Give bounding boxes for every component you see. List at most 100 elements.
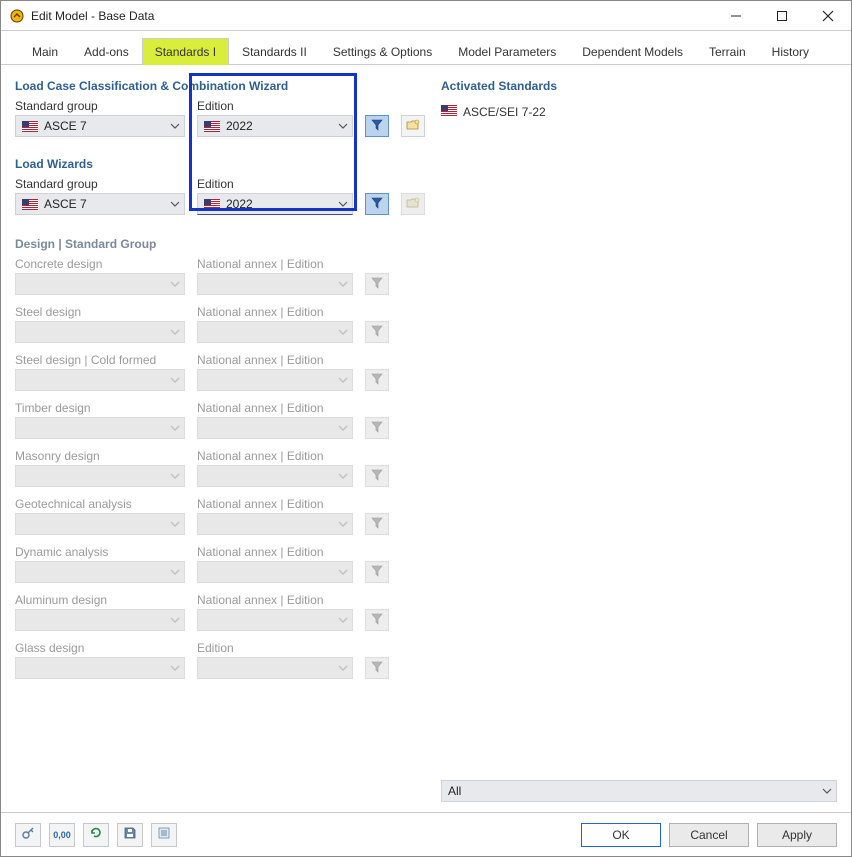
filter-button-disabled bbox=[365, 609, 389, 631]
footer-tool-units[interactable]: 0,00 bbox=[49, 823, 75, 847]
right-pane: Activated Standards ASCE/SEI 7-22 All bbox=[431, 65, 851, 812]
chevron-down-icon bbox=[338, 473, 348, 479]
design-row: Dynamic analysisNational annex | Edition bbox=[15, 545, 425, 583]
label-edition-2: Edition bbox=[197, 177, 353, 191]
key-icon bbox=[21, 826, 35, 843]
tab-settings-options[interactable]: Settings & Options bbox=[320, 38, 445, 65]
combo-edition-1[interactable]: 2022 bbox=[197, 115, 353, 137]
combo-standard-group-1-value: ASCE 7 bbox=[44, 119, 164, 133]
cancel-button[interactable]: Cancel bbox=[669, 823, 749, 847]
combo-design-right bbox=[197, 321, 353, 343]
activated-item-label: ASCE/SEI 7-22 bbox=[463, 105, 546, 119]
design-right-label: National annex | Edition bbox=[197, 545, 353, 559]
minimize-button[interactable] bbox=[713, 1, 759, 30]
tab-dependent-models[interactable]: Dependent Models bbox=[569, 38, 696, 65]
footer-tool-save[interactable] bbox=[117, 823, 143, 847]
chevron-down-icon bbox=[170, 665, 180, 671]
funnel-icon bbox=[371, 373, 383, 388]
filter-button-disabled bbox=[365, 465, 389, 487]
dialog-edit-model: Edit Model - Base Data MainAdd-onsStanda… bbox=[0, 0, 852, 857]
section-activated-title: Activated Standards bbox=[441, 79, 837, 93]
ok-button[interactable]: OK bbox=[581, 823, 661, 847]
chevron-down-icon bbox=[170, 329, 180, 335]
combo-standard-group-1[interactable]: ASCE 7 bbox=[15, 115, 185, 137]
design-left-label: Glass design bbox=[15, 641, 185, 655]
combo-edition-2-value: 2022 bbox=[226, 197, 332, 211]
chevron-down-icon bbox=[170, 377, 180, 383]
list-icon bbox=[157, 826, 171, 843]
combo-design-right bbox=[197, 273, 353, 295]
combo-design-right bbox=[197, 657, 353, 679]
tab-standards-i[interactable]: Standards I bbox=[142, 38, 229, 65]
combo-activated-filter[interactable]: All bbox=[441, 780, 837, 802]
footer-tool-help[interactable] bbox=[15, 823, 41, 847]
chevron-down-icon bbox=[170, 617, 180, 623]
open-button-1[interactable] bbox=[401, 115, 425, 137]
tab-main[interactable]: Main bbox=[19, 38, 71, 65]
combo-activated-filter-value: All bbox=[448, 784, 816, 798]
label-standard-group-2: Standard group bbox=[15, 177, 185, 191]
flag-us-icon bbox=[204, 121, 220, 132]
window-buttons bbox=[713, 1, 851, 30]
app-icon bbox=[9, 8, 25, 24]
close-button[interactable] bbox=[805, 1, 851, 30]
left-pane: Load Case Classification & Combination W… bbox=[1, 65, 431, 812]
chevron-down-icon bbox=[338, 201, 348, 207]
combo-design-left bbox=[15, 465, 185, 487]
combo-design-left bbox=[15, 273, 185, 295]
tab-model-parameters[interactable]: Model Parameters bbox=[445, 38, 569, 65]
design-right-label: National annex | Edition bbox=[197, 257, 353, 271]
combo-design-left bbox=[15, 417, 185, 439]
section-design-group-title: Design | Standard Group bbox=[15, 237, 425, 251]
footer-tool-list[interactable] bbox=[151, 823, 177, 847]
design-right-label: National annex | Edition bbox=[197, 401, 353, 415]
apply-button[interactable]: Apply bbox=[757, 823, 837, 847]
tab-add-ons[interactable]: Add-ons bbox=[71, 38, 142, 65]
chevron-down-icon bbox=[338, 569, 348, 575]
folder-open-icon bbox=[406, 119, 420, 134]
dialog-body: Load Case Classification & Combination W… bbox=[1, 65, 851, 812]
combo-design-right bbox=[197, 609, 353, 631]
chevron-down-icon bbox=[170, 569, 180, 575]
chevron-down-icon bbox=[170, 201, 180, 207]
design-right-label: Edition bbox=[197, 641, 353, 655]
combo-design-right bbox=[197, 513, 353, 535]
tab-terrain[interactable]: Terrain bbox=[696, 38, 759, 65]
combo-standard-group-2[interactable]: ASCE 7 bbox=[15, 193, 185, 215]
ok-button-label: OK bbox=[612, 828, 629, 842]
folder-open-icon bbox=[406, 197, 420, 212]
chevron-down-icon bbox=[170, 521, 180, 527]
footer-tool-refresh[interactable] bbox=[83, 823, 109, 847]
filter-button-disabled bbox=[365, 657, 389, 679]
combo-design-right bbox=[197, 369, 353, 391]
design-left-label: Steel design bbox=[15, 305, 185, 319]
filter-button-1[interactable] bbox=[365, 115, 389, 137]
funnel-icon bbox=[371, 325, 383, 340]
design-row: Glass design Edition bbox=[15, 641, 425, 679]
combo-design-left bbox=[15, 561, 185, 583]
maximize-button[interactable] bbox=[759, 1, 805, 30]
funnel-icon bbox=[371, 469, 383, 484]
activated-item[interactable]: ASCE/SEI 7-22 bbox=[441, 105, 837, 119]
flag-us-icon bbox=[22, 199, 38, 210]
design-left-label: Steel design | Cold formed bbox=[15, 353, 185, 367]
tab-standards-ii[interactable]: Standards II bbox=[229, 38, 320, 65]
label-standard-group-1: Standard group bbox=[15, 99, 185, 113]
section-load-case-title: Load Case Classification & Combination W… bbox=[15, 79, 425, 93]
refresh-icon bbox=[89, 826, 103, 843]
design-row: Masonry designNational annex | Edition bbox=[15, 449, 425, 487]
design-left-label: Geotechnical analysis bbox=[15, 497, 185, 511]
filter-button-2[interactable] bbox=[365, 193, 389, 215]
filter-button-disabled bbox=[365, 273, 389, 295]
tab-history[interactable]: History bbox=[759, 38, 822, 65]
design-row: Concrete design National annex | Edition bbox=[15, 257, 425, 295]
combo-edition-1-value: 2022 bbox=[226, 119, 332, 133]
design-left-label: Timber design bbox=[15, 401, 185, 415]
funnel-icon bbox=[371, 197, 383, 212]
funnel-icon bbox=[371, 277, 383, 292]
design-row: Geotechnical analysisNational annex | Ed… bbox=[15, 497, 425, 535]
combo-edition-2[interactable]: 2022 bbox=[197, 193, 353, 215]
design-left-label: Concrete design bbox=[15, 257, 185, 271]
chevron-down-icon bbox=[338, 617, 348, 623]
chevron-down-icon bbox=[170, 425, 180, 431]
